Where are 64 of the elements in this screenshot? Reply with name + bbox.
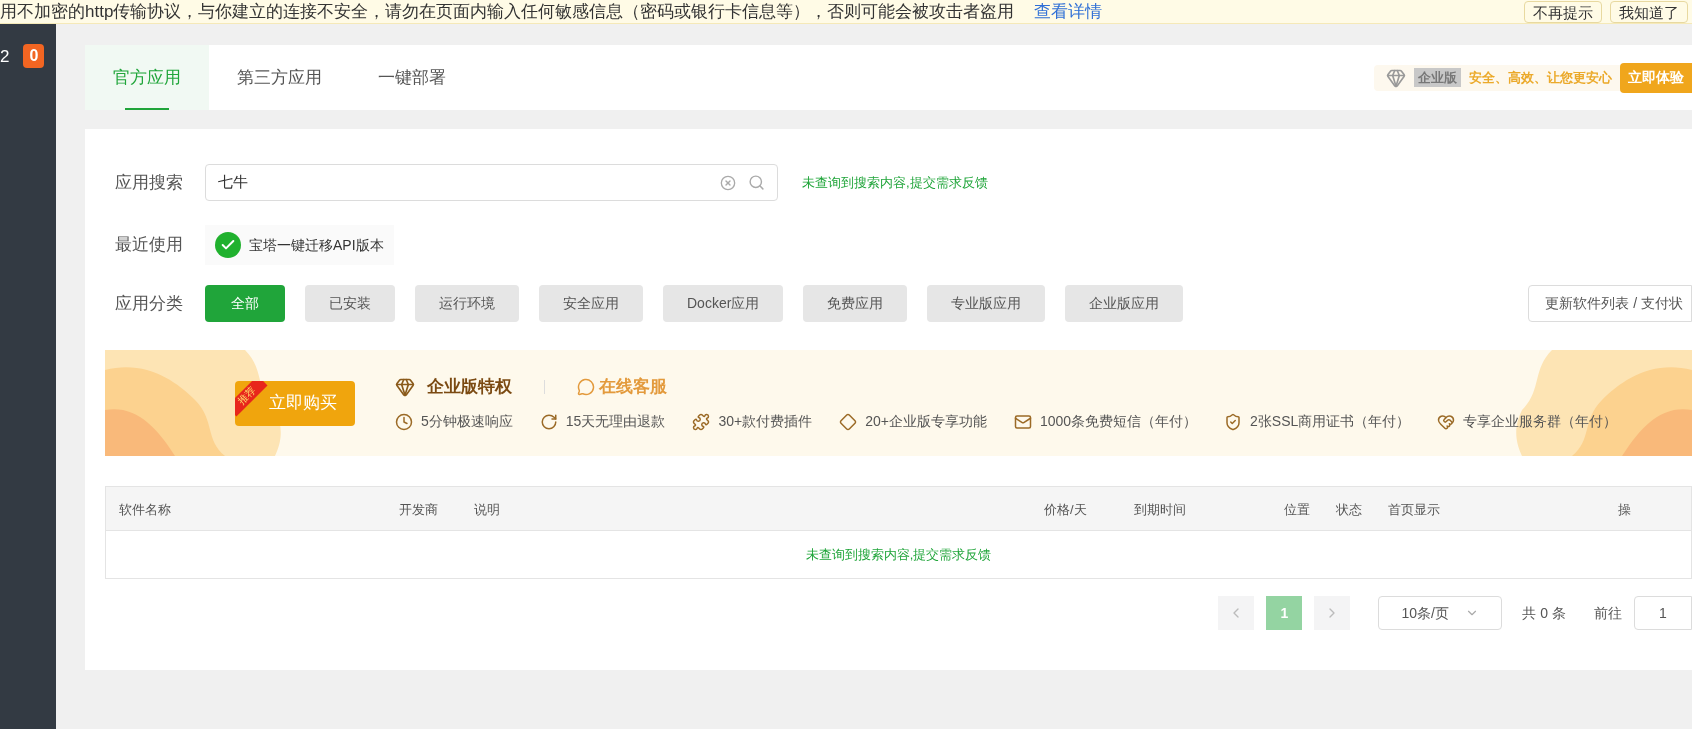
category-tab[interactable]: 安全应用 <box>539 285 643 322</box>
diamond-icon <box>839 412 858 431</box>
recent-app-name: 宝塔一键迁移API版本 <box>249 235 384 255</box>
promo-slogan: 安全、高效、让您更安心 <box>1469 68 1612 87</box>
next-page-button[interactable] <box>1314 596 1351 630</box>
category-label: 应用分类 <box>115 292 184 315</box>
edition-tag: 企业版 <box>1414 67 1461 88</box>
column-header: 位置 <box>1284 501 1310 517</box>
recent-app[interactable]: 宝塔一键迁移API版本 <box>205 225 394 265</box>
column-header: 首页显示 <box>1388 501 1440 517</box>
column-header: 软件名称 <box>119 501 171 517</box>
search-icon[interactable] <box>748 174 765 191</box>
column-header: 状态 <box>1336 501 1362 517</box>
check-icon <box>215 232 241 258</box>
search-field[interactable]: 七牛 <box>205 164 778 201</box>
recent-label: 最近使用 <box>115 234 184 257</box>
feedback-link[interactable]: 未查询到搜索内容,提交需求反馈 <box>802 172 988 193</box>
notice-button[interactable]: 不再提示 <box>1524 0 1602 23</box>
search-label: 应用搜索 <box>115 171 184 194</box>
column-header: 开发商 <box>399 501 438 517</box>
column-header: 说明 <box>474 501 500 517</box>
previous-page-button[interactable] <box>1218 596 1255 630</box>
notice-button[interactable]: 我知道了 <box>1610 0 1688 23</box>
column-header: 到期时间 <box>1134 501 1186 517</box>
feature-text: 30+款付费插件 <box>718 412 813 432</box>
feature-text: 2张SSL商用证书（年付） <box>1250 412 1411 432</box>
chat-icon <box>577 377 595 396</box>
category-tab[interactable]: 全部 <box>205 285 285 322</box>
total-count: 共 0 条 <box>1522 603 1566 623</box>
puzzle-icon <box>692 412 711 431</box>
category-tab[interactable]: 已安装 <box>305 285 395 322</box>
tab[interactable]: 第三方应用 <box>209 45 350 110</box>
category-tab[interactable]: 专业版应用 <box>927 285 1046 322</box>
mail-icon <box>1013 412 1032 431</box>
feature-text: 20+企业版专享功能 <box>865 412 987 432</box>
banner-title: 企业版特权 <box>427 375 512 398</box>
category-tab[interactable]: 免费应用 <box>803 285 908 322</box>
empty-feedback-link[interactable]: 未查询到搜索内容,提交需求反馈 <box>805 544 992 565</box>
feature-text: 专享企业服务群（年付） <box>1463 412 1618 432</box>
notification-badge: 0 <box>23 44 45 68</box>
page-size-select[interactable]: 10条/页 <box>1378 596 1503 630</box>
category-tab[interactable]: 运行环境 <box>415 285 519 322</box>
category-tab[interactable]: Docker应用 <box>663 285 784 322</box>
buy-now-button[interactable]: 立即购买 推荐 <box>235 380 355 426</box>
column-header: 操 <box>1618 501 1631 517</box>
goto-label: 前往 <box>1594 603 1622 623</box>
tab[interactable]: 一键部署 <box>350 45 474 110</box>
goto-page-field[interactable]: 1 <box>1634 596 1692 630</box>
feature-text: 5分钟极速响应 <box>421 412 513 432</box>
enterprise-icon <box>395 376 415 397</box>
clock-icon <box>395 412 413 431</box>
details-link[interactable]: 查看详情 <box>1034 0 1103 25</box>
sidebar-label: 2 <box>0 46 10 68</box>
shield-icon <box>1224 412 1243 431</box>
refresh-list-button[interactable]: 更新软件列表 / 支付状 <box>1528 285 1692 322</box>
category-tab[interactable]: 企业版应用 <box>1065 285 1184 322</box>
column-header: 价格/天 <box>1044 501 1087 517</box>
feature-text: 1000条免费短信（年付） <box>1039 412 1198 432</box>
refresh-icon <box>539 412 558 431</box>
diamond-icon <box>1386 67 1406 88</box>
feature-text: 15天无理由退款 <box>565 412 666 432</box>
search-value: 七牛 <box>218 172 249 193</box>
warning-text: 用不加密的http传输协议，与你建立的连接不安全，请勿在页面内输入任何敏感信息（密码或银行卡信息等），否则可能会被攻击者盗用 <box>0 0 1015 23</box>
clear-icon[interactable] <box>720 174 736 191</box>
